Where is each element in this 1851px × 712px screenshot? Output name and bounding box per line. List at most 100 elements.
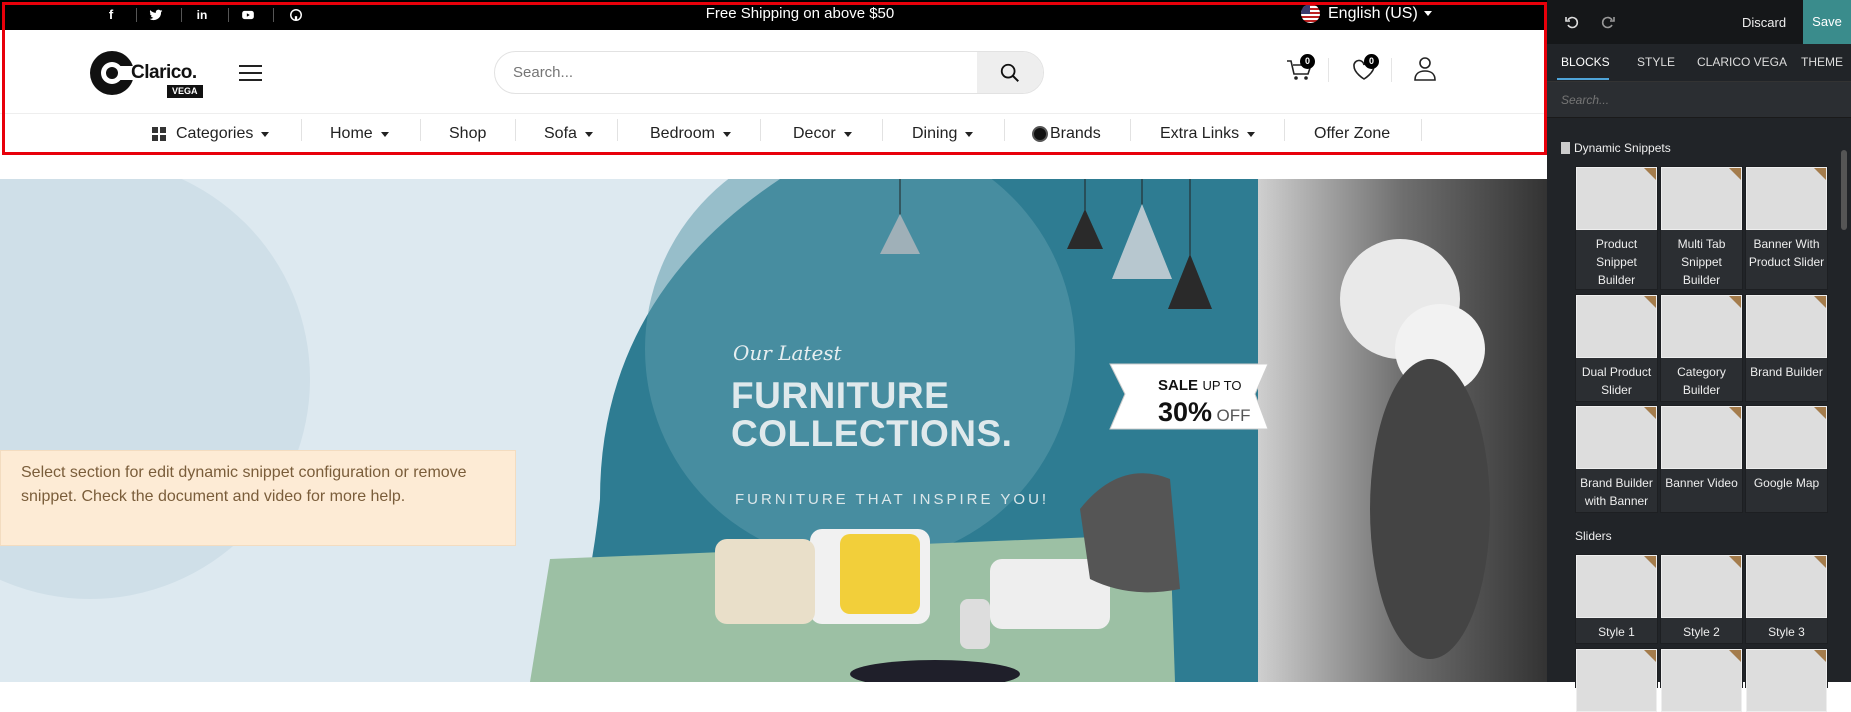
block-product-snippet-builder[interactable]: Product Snippet Builder [1575, 166, 1658, 290]
nav-label: Offer Zone [1314, 125, 1391, 142]
snippet-thumbnail [1746, 555, 1827, 618]
block-banner-with-product-slider[interactable]: Banner With Product Slider [1745, 166, 1828, 290]
logo-subtext: VEGA [167, 85, 203, 98]
hero-title-line2: COLLECTIONS. [731, 413, 1013, 454]
block-label: Style 2 [1683, 625, 1720, 639]
save-button[interactable]: Save [1803, 0, 1851, 44]
undo-icon[interactable] [1565, 15, 1579, 29]
nav-label: Dining [912, 125, 958, 142]
block-google-map[interactable]: Google Map [1745, 405, 1828, 513]
snippet-thumbnail [1576, 649, 1657, 712]
sale-tag-percent: 30% OFF [1158, 397, 1251, 428]
sale-upto: UP TO [1202, 378, 1242, 393]
block-slider-style-3[interactable]: Style 3 [1745, 554, 1828, 644]
block-label: Banner Video [1665, 476, 1738, 490]
snippet-thumbnail [1746, 406, 1827, 469]
hamburger-menu-icon[interactable] [239, 65, 262, 83]
document-icon [1561, 142, 1570, 154]
hero-banner[interactable]: Our Latest FURNITURE COLLECTIONS. FURNIT… [0, 179, 1547, 682]
editor-tabs: BLOCKS STYLE CLARICO VEGA THEME [1547, 44, 1851, 82]
divider [1421, 119, 1422, 141]
nav-label: Shop [449, 125, 487, 142]
nav-bedroom[interactable]: Bedroom [650, 124, 731, 144]
block-slider-more[interactable] [1575, 648, 1658, 712]
block-multi-tab-snippet-builder[interactable]: Multi Tab Snippet Builder [1660, 166, 1743, 290]
caret-down-icon [261, 131, 270, 137]
caret-down-icon [584, 131, 593, 137]
search-button[interactable] [977, 52, 1043, 93]
nav-shop[interactable]: Shop [449, 124, 486, 144]
nav-offer-zone[interactable]: Offer Zone [1314, 124, 1390, 144]
website-preview: f in Free Shipping on above $50 English … [0, 0, 1547, 682]
block-dual-product-slider[interactable]: Dual Product Slider [1575, 294, 1658, 402]
logo-text: Clarico. [131, 62, 197, 83]
snippet-notice: Select section for edit dynamic snippet … [0, 450, 516, 546]
site-header: Clarico. VEGA 0 0 [0, 30, 1547, 114]
blocks-search-input[interactable] [1547, 82, 1851, 117]
sale-word: SALE [1158, 377, 1199, 394]
block-label: Category Builder [1677, 365, 1726, 397]
language-label: English (US) [1328, 4, 1418, 22]
nav-label: Brands [1050, 125, 1101, 142]
search-input[interactable] [495, 52, 978, 93]
block-label: Brand Builder [1750, 365, 1823, 379]
blocks-search [1547, 82, 1851, 118]
block-category-builder[interactable]: Category Builder [1660, 294, 1743, 402]
hero-title-line1: FURNITURE [731, 375, 950, 416]
tab-blocks[interactable]: BLOCKS [1561, 55, 1610, 69]
account-button[interactable] [1408, 52, 1442, 86]
search-bar [494, 51, 1044, 94]
clarico-logo[interactable]: Clarico. VEGA [88, 49, 208, 99]
redo-icon[interactable] [1601, 15, 1615, 29]
nav-extra-links[interactable]: Extra Links [1160, 124, 1256, 144]
divider [1284, 119, 1285, 141]
snippet-thumbnail [1661, 649, 1742, 712]
block-label: Banner With Product Slider [1748, 237, 1825, 269]
snippet-thumbnail [1661, 406, 1742, 469]
wishlist-button[interactable]: 0 [1347, 52, 1381, 86]
block-slider-more[interactable] [1745, 648, 1828, 712]
nav-sofa[interactable]: Sofa [544, 124, 593, 144]
divider [515, 119, 516, 141]
grid-icon [152, 127, 166, 141]
nav-home[interactable]: Home [330, 124, 389, 144]
snippet-thumbnail [1746, 295, 1827, 358]
search-icon [1000, 63, 1019, 82]
snippet-thumbnail [1576, 555, 1657, 618]
nav-label: Categories [176, 125, 254, 142]
block-slider-style-2[interactable]: Style 2 [1660, 554, 1743, 644]
language-selector[interactable]: English (US) [1301, 4, 1432, 23]
panel-scrollbar[interactable] [1841, 150, 1847, 230]
block-label: Dual Product Slider [1581, 365, 1652, 397]
top-bar: f in Free Shipping on above $50 English … [0, 0, 1547, 30]
nav-decor[interactable]: Decor [793, 124, 852, 144]
block-banner-video[interactable]: Banner Video [1660, 405, 1743, 513]
main-navigation: Categories Home Shop Sofa Bedroom Decor … [0, 114, 1547, 154]
divider [1328, 58, 1329, 82]
divider [1130, 119, 1131, 141]
cart-button[interactable]: 0 [1283, 52, 1317, 86]
divider [1391, 58, 1392, 82]
block-label: Multi Tab Snippet Builder [1677, 237, 1726, 287]
nav-dining[interactable]: Dining [912, 124, 974, 144]
nav-brands[interactable]: Brands [1032, 124, 1101, 144]
divider [1004, 119, 1005, 141]
nav-categories[interactable]: Categories [152, 124, 270, 144]
tab-theme[interactable]: THEME [1801, 55, 1843, 69]
block-brand-builder[interactable]: Brand Builder [1745, 294, 1828, 402]
caret-down-icon [843, 131, 852, 137]
snippet-thumbnail [1661, 295, 1742, 358]
discard-button[interactable]: Discard [1742, 15, 1786, 30]
block-brand-builder-with-banner[interactable]: Brand Builder with Banner [1575, 405, 1658, 513]
hero-script-text: Our Latest [733, 341, 842, 365]
snippet-thumbnail [1746, 649, 1827, 712]
snippet-thumbnail [1576, 167, 1657, 230]
tab-clarico-vega[interactable]: CLARICO VEGA [1697, 55, 1787, 69]
divider [617, 119, 618, 141]
caret-down-icon [1247, 131, 1256, 137]
caret-down-icon [965, 131, 974, 137]
block-slider-style-1[interactable]: Style 1 [1575, 554, 1658, 644]
user-icon [1414, 57, 1436, 81]
block-slider-more[interactable] [1660, 648, 1743, 712]
tab-style[interactable]: STYLE [1637, 55, 1675, 69]
